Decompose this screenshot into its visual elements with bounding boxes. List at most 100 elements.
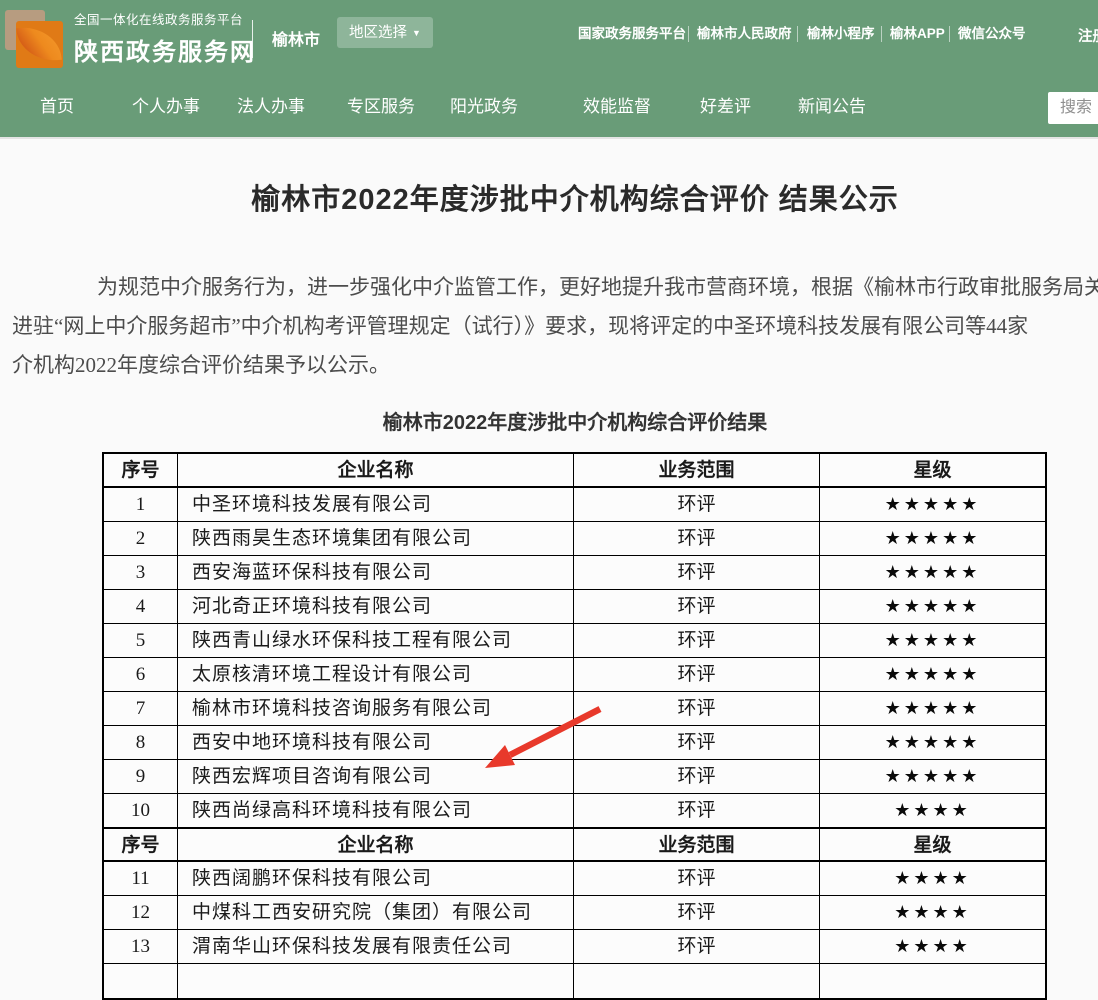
header-link[interactable]: 国家政务服务平台 [578,26,689,42]
table-row: 1中圣环境科技发展有限公司环评★★★★★ [104,488,1045,522]
business-scope: 环评 [574,794,820,828]
star-rating: ★★★★ [820,896,1045,930]
business-scope: 环评 [574,760,820,794]
table-row: 10陕西尚绿高科环境科技有限公司环评★★★★ [104,794,1045,828]
star-rating: ★★★★★ [820,556,1045,590]
row-number: 3 [104,556,178,590]
empty-cell [178,964,574,998]
nav-item[interactable]: 好差评 [700,78,751,135]
company-name: 陕西尚绿高科环境科技有限公司 [178,794,574,828]
table-row: 7榆林市环境科技咨询服务有限公司环评★★★★★ [104,692,1045,726]
company-name: 渭南华山环保科技发展有限责任公司 [178,930,574,964]
table-row: 12中煤科工西安研究院（集团）有限公司环评★★★★ [104,896,1045,930]
row-number: 10 [104,794,178,828]
empty-cell [574,964,820,998]
current-city-label: 榆林市 [272,26,320,50]
star-rating: ★★★★★ [820,590,1045,624]
company-name: 西安中地环境科技有限公司 [178,726,574,760]
company-name: 陕西青山绿水环保科技工程有限公司 [178,624,574,658]
star-rating: ★★★★★ [820,488,1045,522]
table-header-row: 序号企业名称业务范围星级 [104,828,1045,862]
nav-item[interactable]: 专区服务 [347,78,415,135]
company-name: 太原核清环境工程设计有限公司 [178,658,574,692]
star-rating: ★★★★ [820,930,1045,964]
star-rating: ★★★★★ [820,692,1045,726]
region-selector-button[interactable]: 地区选择▼ [337,17,433,48]
column-header: 序号 [104,454,178,488]
business-scope: 环评 [574,590,820,624]
column-header: 业务范围 [574,454,820,488]
nav-item[interactable]: 首页 [40,78,74,135]
nav-item[interactable]: 个人办事 [132,78,200,135]
business-scope: 环评 [574,658,820,692]
nav-item[interactable]: 法人办事 [237,78,305,135]
business-scope: 环评 [574,896,820,930]
chevron-down-icon: ▼ [412,18,421,49]
business-scope: 环评 [574,522,820,556]
nav-item[interactable]: 阳光政务 [450,78,518,135]
row-number: 1 [104,488,178,522]
header-link[interactable]: 榆林市人民政府 [697,26,798,42]
row-number: 9 [104,760,178,794]
table-row: 5陕西青山绿水环保科技工程有限公司环评★★★★★ [104,624,1045,658]
row-number: 12 [104,896,178,930]
row-number: 8 [104,726,178,760]
site-header: 全国一体化在线政务服务平台 陕西政务服务网 榆林市 地区选择▼ 国家政务服务平台… [0,0,1098,78]
page-title: 榆林市2022年度涉批中介机构综合评价 结果公示 [0,176,1098,218]
row-number: 7 [104,692,178,726]
site-logo-icon [5,10,63,68]
site-name: 陕西政务服务网 [74,32,256,67]
announcement-page: 榆林市2022年度涉批中介机构综合评价 结果公示 为规范中介服务行为，进一步强化… [0,176,1098,1000]
table-row: 11陕西阔鹏环保科技有限公司环评★★★★ [104,862,1045,896]
column-header: 序号 [104,828,178,862]
business-scope: 环评 [574,726,820,760]
column-header: 星级 [820,828,1045,862]
row-number: 5 [104,624,178,658]
row-number: 13 [104,930,178,964]
business-scope: 环评 [574,624,820,658]
header-link[interactable]: 榆林小程序 [807,26,882,42]
table-row: 8西安中地环境科技有限公司环评★★★★★ [104,726,1045,760]
business-scope: 环评 [574,862,820,896]
star-rating: ★★★★ [820,794,1045,828]
platform-label: 全国一体化在线政务服务平台 [74,9,256,28]
company-name: 河北奇正环境科技有限公司 [178,590,574,624]
business-scope: 环评 [574,692,820,726]
table-header-row: 序号企业名称业务范围星级 [104,454,1045,488]
star-rating: ★★★★★ [820,726,1045,760]
nav-item[interactable]: 效能监督 [583,78,651,135]
column-header: 星级 [820,454,1045,488]
table-row-clipped [104,964,1045,998]
star-rating: ★★★★★ [820,624,1045,658]
company-name: 陕西雨昊生态环境集团有限公司 [178,522,574,556]
table-row: 13渭南华山环保科技发展有限责任公司环评★★★★ [104,930,1045,964]
star-rating: ★★★★★ [820,522,1045,556]
announcement-paragraph: 为规范中介服务行为，进一步强化中介监管工作，更好地提升我市营商环境，根据《榆林市… [12,268,1098,385]
star-rating: ★★★★★ [820,760,1045,794]
header-link[interactable]: 微信公众号 [958,26,1038,42]
nav-item[interactable]: 新闻公告 [798,78,866,135]
header-link[interactable]: 榆林APP [890,26,950,42]
star-rating: ★★★★★ [820,658,1045,692]
empty-cell [104,964,178,998]
company-name: 陕西阔鹏环保科技有限公司 [178,862,574,896]
row-number: 11 [104,862,178,896]
header-divider [252,20,253,58]
row-number: 4 [104,590,178,624]
company-name: 陕西宏辉项目咨询有限公司 [178,760,574,794]
column-header: 企业名称 [178,454,574,488]
business-scope: 环评 [574,556,820,590]
paragraph-line: 为规范中介服务行为，进一步强化中介监管工作，更好地提升我市营商环境，根据《榆林市… [12,268,1098,307]
table-row: 3西安海蓝环保科技有限公司环评★★★★★ [104,556,1045,590]
evaluation-table: 序号企业名称业务范围星级1中圣环境科技发展有限公司环评★★★★★2陕西雨昊生态环… [102,452,1047,1000]
register-link[interactable]: 注册 [1078,25,1098,46]
table-row: 4河北奇正环境科技有限公司环评★★★★★ [104,590,1045,624]
table-row: 9陕西宏辉项目咨询有限公司环评★★★★★ [104,760,1045,794]
column-header: 企业名称 [178,828,574,862]
row-number: 2 [104,522,178,556]
search-input[interactable] [1048,92,1098,124]
site-title-block: 全国一体化在线政务服务平台 陕西政务服务网 [74,9,256,67]
empty-cell [820,964,1045,998]
company-name: 榆林市环境科技咨询服务有限公司 [178,692,574,726]
table-row: 2陕西雨昊生态环境集团有限公司环评★★★★★ [104,522,1045,556]
